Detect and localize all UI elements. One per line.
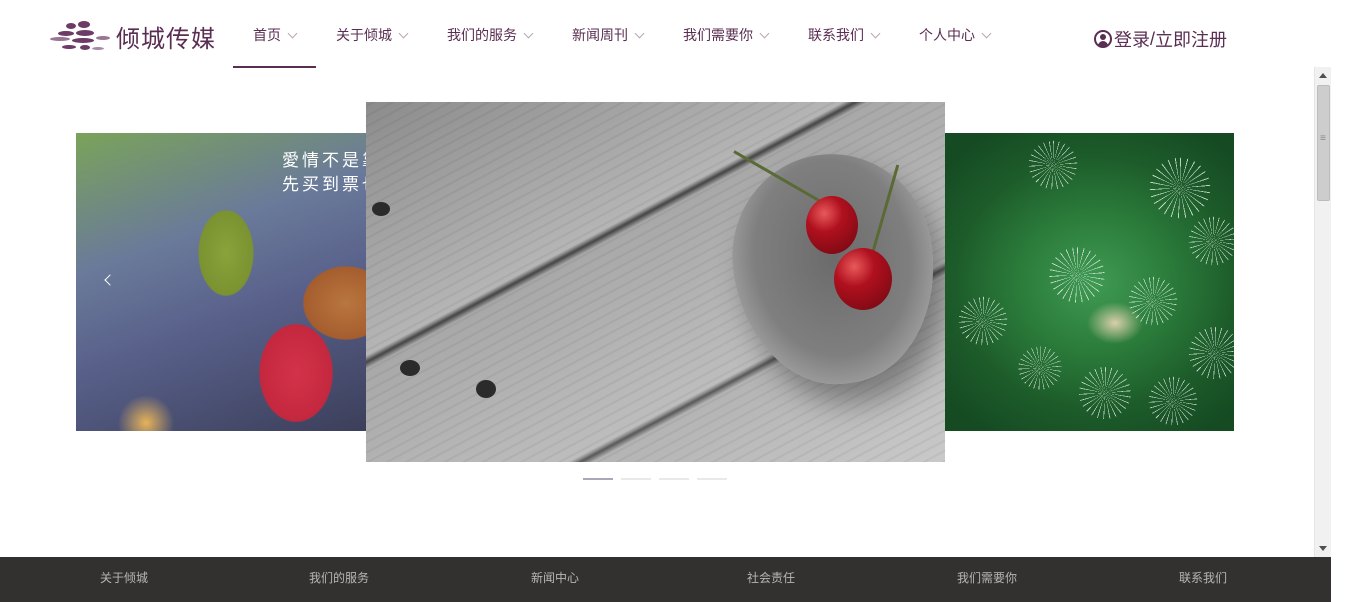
nav-item-home[interactable]: 首页 xyxy=(233,0,316,70)
carousel-slide-right[interactable] xyxy=(945,133,1234,431)
login-link[interactable]: 登录 xyxy=(1114,26,1150,52)
carousel-indicator[interactable] xyxy=(583,478,613,480)
site-header: 倾城传媒 首页 关于倾城 我们的服务 新闻周刊 我们需要你 联系我们 个人中心 xyxy=(0,0,1345,70)
carousel-indicator[interactable] xyxy=(621,478,651,480)
carousel-indicator[interactable] xyxy=(659,478,689,480)
page-scrollbar[interactable] xyxy=(1314,67,1331,557)
chevron-down-icon xyxy=(634,28,645,38)
chevron-down-icon xyxy=(398,28,409,38)
footer-link-social-responsibility[interactable]: 社会责任 xyxy=(747,557,795,602)
dandelion-logo-icon xyxy=(44,17,114,55)
footer-link-news-center[interactable]: 新闻中心 xyxy=(531,557,579,602)
scrollbar-thumb[interactable] xyxy=(1317,85,1330,201)
cherry-image xyxy=(834,248,892,310)
carousel-slide-left[interactable]: 愛情不是靠 先买到票也 xyxy=(76,133,368,431)
carousel-indicators xyxy=(583,478,727,480)
chevron-down-icon xyxy=(523,28,534,38)
nav-item-personal-center[interactable]: 个人中心 xyxy=(899,0,1010,70)
footer-link-contact[interactable]: 联系我们 xyxy=(1179,557,1227,602)
nav-item-label: 新闻周刊 xyxy=(572,27,628,43)
overlay-text-line: 愛情不是靠 xyxy=(282,151,368,171)
carousel-slide-center[interactable] xyxy=(366,102,945,462)
footer-link-services[interactable]: 我们的服务 xyxy=(309,557,369,602)
nav-item-label: 关于倾城 xyxy=(336,27,392,43)
nav-item-news-weekly[interactable]: 新闻周刊 xyxy=(552,0,663,70)
nav-item-label: 我们需要你 xyxy=(683,27,753,43)
slide-overlay-text: 愛情不是靠 先买到票也 xyxy=(282,149,368,197)
site-name: 倾城传媒 xyxy=(116,24,216,53)
footer-link-about[interactable]: 关于倾城 xyxy=(100,557,148,602)
nav-item-join-us[interactable]: 我们需要你 xyxy=(663,0,788,70)
user-circle-icon xyxy=(1094,30,1112,48)
bowl-image xyxy=(718,141,945,397)
chevron-down-icon xyxy=(870,28,881,38)
nav-item-label: 个人中心 xyxy=(919,27,975,43)
scroll-down-arrow-icon[interactable] xyxy=(1319,546,1327,551)
scroll-up-arrow-icon[interactable] xyxy=(1319,73,1327,78)
register-link[interactable]: 立即注册 xyxy=(1155,26,1227,52)
footer-link-join-us[interactable]: 我们需要你 xyxy=(957,557,1017,602)
auth-links: 登录 / 立即注册 xyxy=(1094,26,1227,52)
nav-item-services[interactable]: 我们的服务 xyxy=(427,0,552,70)
carousel-prev-icon[interactable] xyxy=(104,274,116,286)
nav-item-contact[interactable]: 联系我们 xyxy=(788,0,899,70)
carousel-indicator[interactable] xyxy=(697,478,727,480)
nav-item-label: 联系我们 xyxy=(808,27,864,43)
overlay-text-line: 先买到票也 xyxy=(282,175,368,195)
cherry-image xyxy=(806,196,858,254)
chevron-down-icon xyxy=(759,28,770,38)
nav-item-about[interactable]: 关于倾城 xyxy=(316,0,427,70)
chevron-down-icon xyxy=(981,28,992,38)
site-footer: 关于倾城 我们的服务 新闻中心 社会责任 我们需要你 联系我们 xyxy=(0,557,1331,602)
nav-item-label: 首页 xyxy=(253,27,281,43)
nav-item-label: 我们的服务 xyxy=(447,27,517,43)
site-logo[interactable]: 倾城传媒 xyxy=(44,16,216,56)
chevron-down-icon xyxy=(287,28,298,38)
main-nav: 首页 关于倾城 我们的服务 新闻周刊 我们需要你 联系我们 个人中心 xyxy=(233,0,1010,70)
